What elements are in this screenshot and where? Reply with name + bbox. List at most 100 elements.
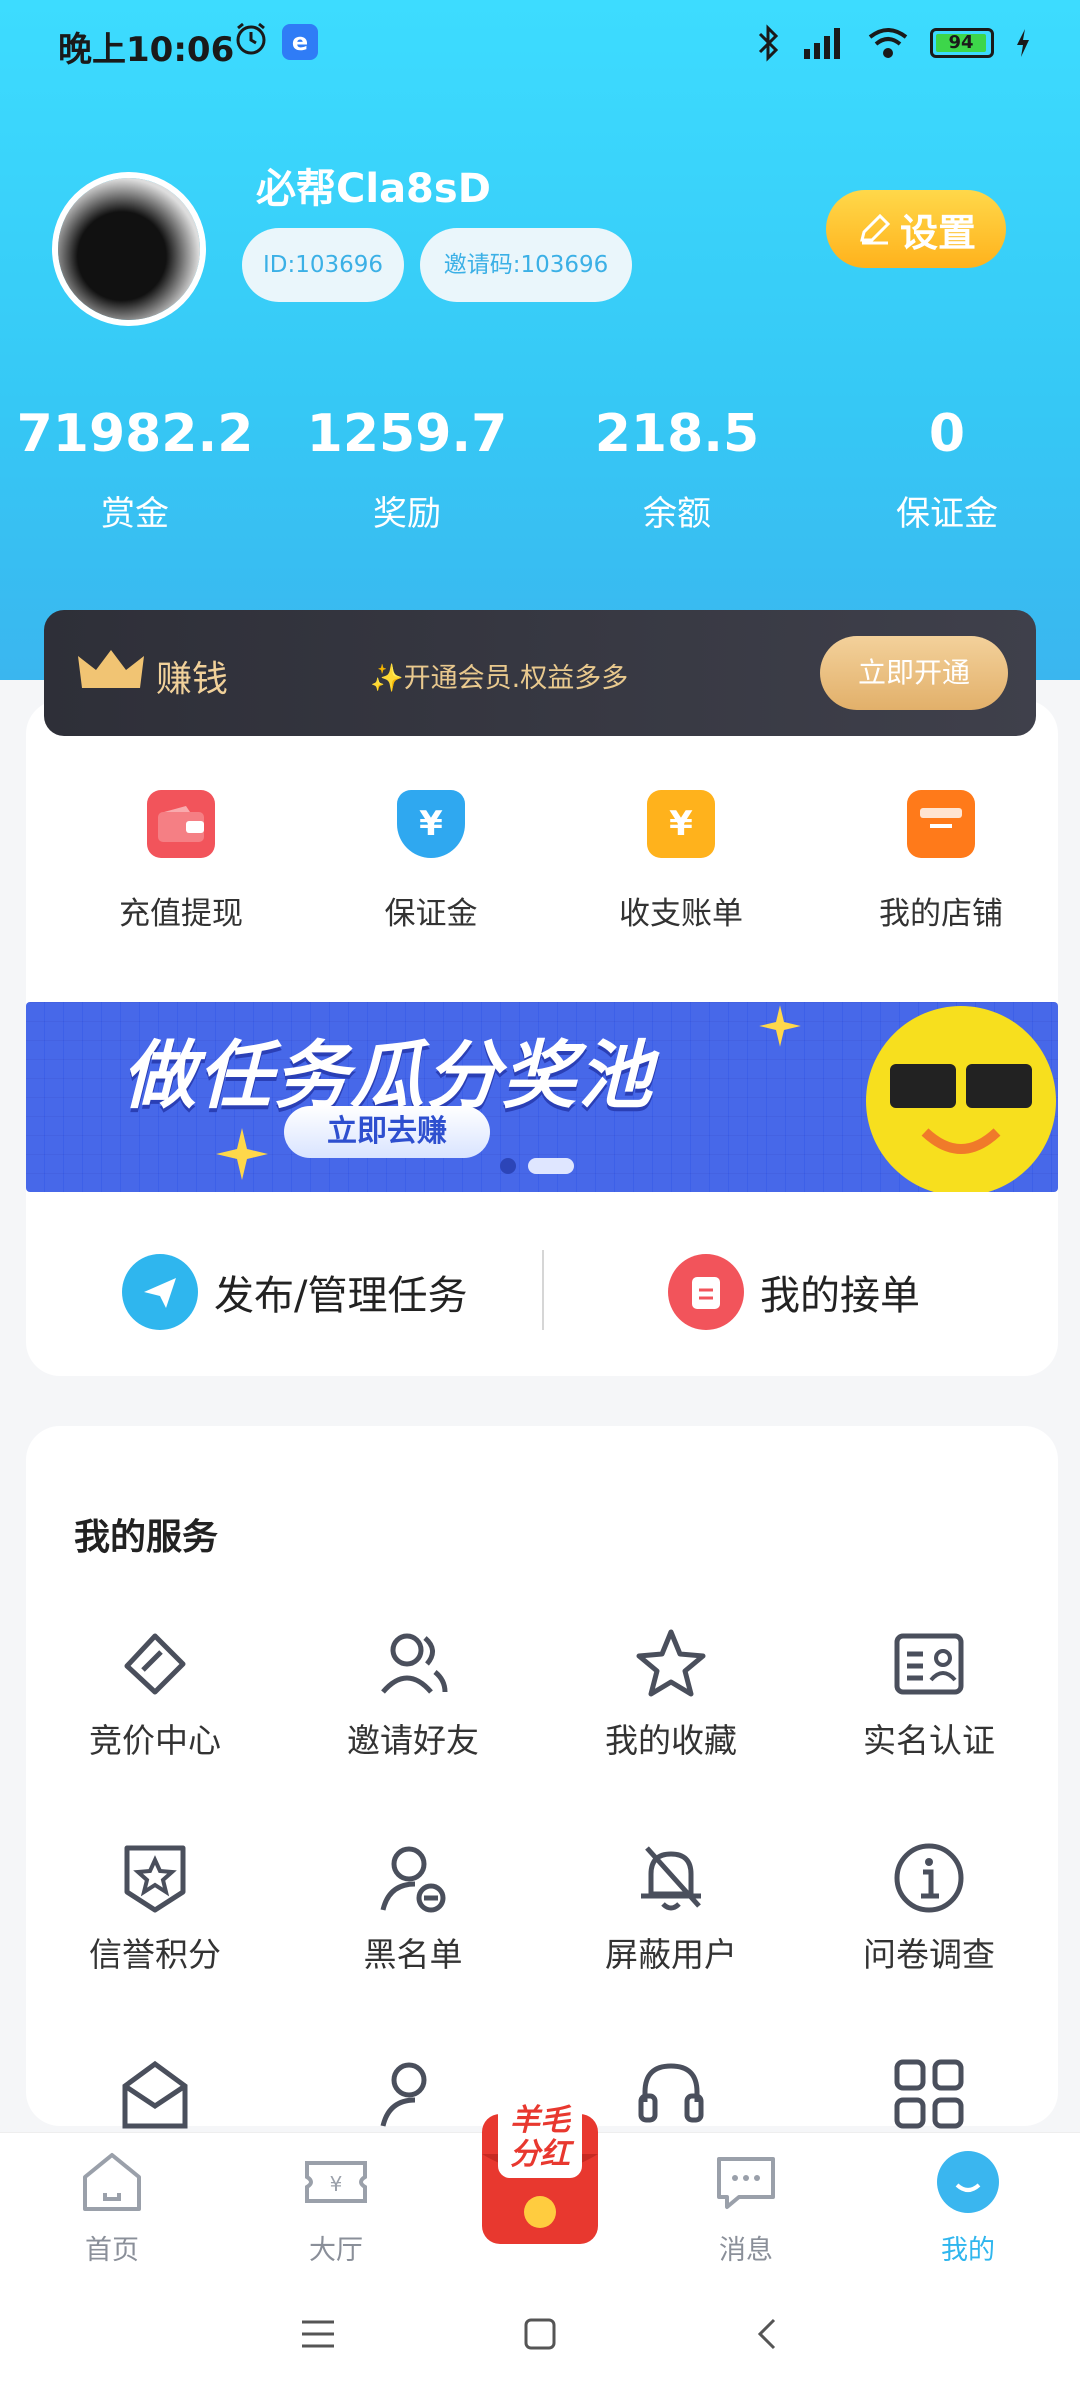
user-block-icon bbox=[380, 1846, 446, 1913]
my-orders-label: 我的接单 bbox=[760, 1273, 920, 1319]
vip-title: 赚钱 bbox=[156, 659, 229, 700]
shop-icon bbox=[907, 790, 975, 858]
dividend-red-envelope-button[interactable]: 羊毛分红 bbox=[462, 2094, 618, 2250]
avatar-image bbox=[58, 178, 200, 320]
center-badge-label: 羊毛分红 bbox=[510, 2103, 570, 2172]
header-background bbox=[0, 0, 1080, 680]
menu-icon[interactable] bbox=[298, 2314, 338, 2354]
bell-off-icon bbox=[641, 1846, 701, 1911]
sparkle-icon bbox=[216, 1128, 268, 1180]
pagination-dot[interactable] bbox=[500, 1158, 516, 1174]
bill-icon: ¥ bbox=[647, 790, 715, 858]
stat-deposit[interactable]: 0 保证金 bbox=[812, 404, 1080, 535]
service-real-name[interactable]: 实名认证 bbox=[800, 1626, 1058, 1762]
service-block-users[interactable]: 屏蔽用户 bbox=[542, 1840, 800, 1976]
service-label: 邀请好友 bbox=[347, 1721, 479, 1760]
stat-label: 余额 bbox=[643, 494, 711, 534]
service-label: 问卷调查 bbox=[863, 1935, 995, 1974]
service-blacklist[interactable]: 黑名单 bbox=[284, 1840, 542, 1976]
quick-bill[interactable]: ¥ 收支账单 bbox=[556, 790, 806, 933]
bluetooth-icon bbox=[758, 24, 779, 62]
quick-label: 充值提现 bbox=[119, 896, 243, 932]
edit-icon bbox=[860, 213, 891, 245]
battery-icon: 94 bbox=[930, 28, 994, 58]
vip-banner[interactable]: 赚钱 ✨开通会员.权益多多 立即开通 bbox=[44, 610, 1036, 736]
settings-label: 设置 bbox=[899, 210, 976, 255]
message-icon bbox=[717, 2157, 775, 2209]
service-favorites[interactable]: 我的收藏 bbox=[542, 1626, 800, 1762]
wifi-icon bbox=[868, 28, 908, 58]
status-indicators: 94 bbox=[754, 18, 1032, 68]
quick-label: 我的店铺 bbox=[879, 896, 1003, 932]
service-label: 黑名单 bbox=[363, 1935, 463, 1974]
service-label: 信誉积分 bbox=[89, 1935, 221, 1974]
nav-profile[interactable]: 我的 bbox=[908, 2149, 1028, 2267]
service-label: 我的收藏 bbox=[605, 1721, 737, 1760]
stat-value: 218.5 bbox=[594, 404, 760, 464]
app-notification-icon: e bbox=[282, 24, 318, 60]
signal-icon bbox=[804, 28, 840, 59]
user-id-pill[interactable]: ID:103696 bbox=[242, 228, 404, 302]
service-bid-center[interactable]: 竞价中心 bbox=[26, 1626, 284, 1762]
quick-deposit[interactable]: ¥ 保证金 bbox=[306, 790, 556, 933]
paper-plane-icon bbox=[122, 1254, 198, 1330]
banner-pagination bbox=[500, 1158, 574, 1174]
clipboard-icon bbox=[668, 1254, 744, 1330]
profile-face-icon bbox=[937, 2151, 999, 2213]
home-icon bbox=[83, 2153, 141, 2211]
info-icon bbox=[894, 1843, 964, 1913]
status-bar: 晚上10:06 e 94 bbox=[0, 0, 1080, 86]
crown-icon bbox=[78, 650, 144, 688]
settings-button[interactable]: 设置 bbox=[826, 190, 1006, 268]
back-icon[interactable] bbox=[748, 2314, 788, 2354]
bid-tag-icon bbox=[124, 1633, 186, 1695]
user-heart-icon[interactable] bbox=[375, 2056, 451, 2132]
services-title: 我的服务 bbox=[74, 1517, 219, 1558]
system-nav-bar bbox=[0, 2272, 1080, 2400]
battery-level: 94 bbox=[936, 34, 986, 52]
stat-balance[interactable]: 218.5 余额 bbox=[542, 404, 812, 535]
home-square-icon[interactable] bbox=[520, 2314, 560, 2354]
alarm-icon bbox=[232, 20, 270, 67]
nav-label: 大厅 bbox=[309, 2235, 363, 2266]
promo-earn-button[interactable]: 立即去赚 bbox=[284, 1106, 490, 1158]
envelope-icon[interactable] bbox=[117, 2056, 193, 2132]
headset-icon[interactable] bbox=[633, 2056, 709, 2132]
stat-value: 0 bbox=[928, 404, 966, 464]
quick-shop[interactable]: 我的店铺 bbox=[816, 790, 1066, 933]
stat-bounty[interactable]: 71982.2 赏金 bbox=[0, 404, 270, 535]
nav-home[interactable]: 首页 bbox=[52, 2149, 172, 2267]
publish-manage-tasks-button[interactable]: 发布/管理任务 bbox=[122, 1252, 467, 1332]
service-invite-friends[interactable]: 邀请好友 bbox=[284, 1626, 542, 1762]
invite-code-pill[interactable]: 邀请码:103696 bbox=[420, 228, 632, 302]
vip-open-button[interactable]: 立即开通 bbox=[820, 636, 1008, 710]
quick-recharge-withdraw[interactable]: 充值提现 bbox=[56, 790, 306, 933]
stat-value: 71982.2 bbox=[16, 404, 254, 464]
stat-reward[interactable]: 1259.7 奖励 bbox=[272, 404, 542, 535]
nav-label: 我的 bbox=[941, 2235, 995, 2266]
status-time: 晚上10:06 bbox=[58, 30, 235, 70]
nav-messages[interactable]: 消息 bbox=[686, 2149, 806, 2267]
sparkle-icon bbox=[759, 1005, 801, 1047]
promo-banner[interactable]: 做任务瓜分奖池 立即去赚 bbox=[26, 1002, 1058, 1192]
ticket-yen-icon: ¥ bbox=[305, 2161, 367, 2203]
stat-label: 赏金 bbox=[101, 494, 169, 534]
vip-description: ✨开通会员.权益多多 bbox=[370, 663, 629, 694]
grid-apps-icon[interactable] bbox=[891, 2056, 967, 2132]
quick-label: 收支账单 bbox=[619, 896, 743, 932]
quick-label: 保证金 bbox=[384, 896, 478, 932]
badge-star-icon bbox=[124, 1845, 186, 1913]
service-credit-score[interactable]: 信誉积分 bbox=[26, 1840, 284, 1976]
my-orders-button[interactable]: 我的接单 bbox=[668, 1252, 920, 1332]
publish-label: 发布/管理任务 bbox=[214, 1273, 468, 1319]
invite-friends-icon bbox=[381, 1633, 448, 1694]
pagination-dot-active[interactable] bbox=[528, 1158, 574, 1174]
stat-label: 保证金 bbox=[896, 494, 998, 534]
username: 必帮Cla8sD bbox=[256, 166, 491, 212]
service-survey[interactable]: 问卷调查 bbox=[800, 1840, 1058, 1976]
wallet-icon bbox=[147, 790, 215, 858]
shield-yen-icon: ¥ bbox=[397, 790, 465, 858]
nav-hall[interactable]: ¥ 大厅 bbox=[276, 2149, 396, 2267]
service-label: 屏蔽用户 bbox=[605, 1935, 737, 1974]
avatar[interactable] bbox=[52, 172, 206, 326]
